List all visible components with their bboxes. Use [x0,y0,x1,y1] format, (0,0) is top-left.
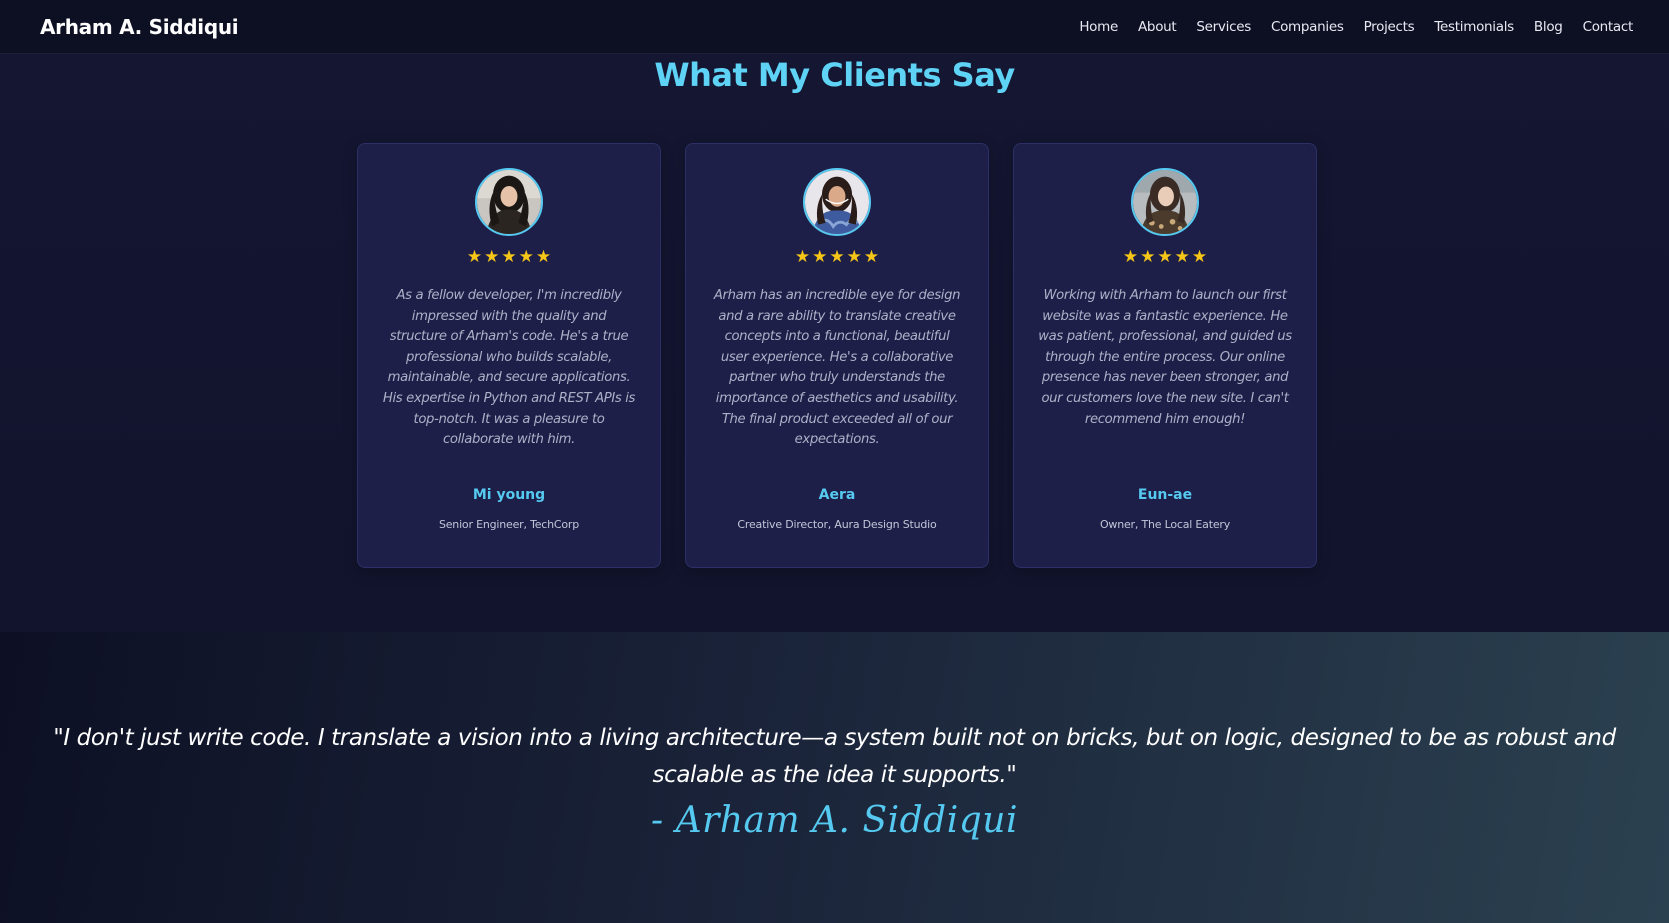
avatar-photo [803,168,871,236]
star-icon: ★ [846,247,862,267]
star-icon: ★ [829,247,845,267]
nav-testimonials[interactable]: Testimonials [1434,19,1514,35]
testimonial-card: ★ ★ ★ ★ ★ Working with Arham to launch o… [1013,143,1317,568]
client-name: Mi young [472,487,546,503]
star-icon: ★ [1174,247,1190,267]
nav-services[interactable]: Services [1196,19,1251,35]
star-icon: ★ [794,247,811,267]
star-icon: ★ [535,247,552,267]
avatar-photo [1131,168,1199,236]
star-icon: ★ [1157,247,1173,267]
nav-contact[interactable]: Contact [1583,19,1634,35]
star-icon: ★ [863,247,880,267]
top-navbar: Arham A. Siddiqui Home About Services Co… [0,0,1669,54]
section-title: What My Clients Say [654,56,1015,94]
testimonials-section: What My Clients Say ★ ★ ★ ★ ★ As a fello… [0,54,1669,632]
testimonial-cards: ★ ★ ★ ★ ★ As a fellow developer, I'm inc… [357,143,1317,568]
star-icon: ★ [812,247,828,267]
quote-banner: "I don't just write code. I translate a … [0,632,1669,923]
nav-links: Home About Services Companies Projects T… [1079,19,1633,35]
star-icon: ★ [1191,247,1208,267]
star-icon: ★ [1140,247,1156,267]
testimonial-quote: Working with Arham to launch our first w… [1038,288,1292,427]
client-name: Aera [818,487,856,503]
testimonial-quote: Arham has an incredible eye for design a… [713,288,961,448]
client-name: Eun-ae [1137,487,1193,503]
signature: - Arham A. Siddiqui [651,800,1018,841]
rating-stars: ★ ★ ★ ★ ★ [795,248,879,266]
star-icon: ★ [501,247,517,267]
nav-projects[interactable]: Projects [1364,19,1415,35]
nav-about[interactable]: About [1138,19,1177,35]
nav-home[interactable]: Home [1079,19,1118,35]
rating-stars: ★ ★ ★ ★ ★ [467,248,551,266]
client-role: Owner, The Local Eatery [1099,518,1231,531]
star-icon: ★ [484,247,500,267]
rating-stars: ★ ★ ★ ★ ★ [1123,248,1207,266]
testimonial-quote: As a fellow developer, I'm incredibly im… [382,288,636,448]
testimonial-card: ★ ★ ★ ★ ★ As a fellow developer, I'm inc… [357,143,661,568]
banner-quote: "I don't just write code. I translate a … [53,725,1616,788]
testimonial-card: ★ ★ ★ ★ ★ Arham has an incredible eye fo… [685,143,989,568]
star-icon: ★ [1122,247,1139,267]
star-icon: ★ [466,247,483,267]
client-role: Creative Director, Aura Design Studio [737,518,937,531]
nav-blog[interactable]: Blog [1534,19,1563,35]
star-icon: ★ [518,247,534,267]
nav-companies[interactable]: Companies [1271,19,1344,35]
client-role: Senior Engineer, TechCorp [438,518,580,531]
brand-logo[interactable]: Arham A. Siddiqui [40,15,239,39]
avatar-photo [475,168,543,236]
